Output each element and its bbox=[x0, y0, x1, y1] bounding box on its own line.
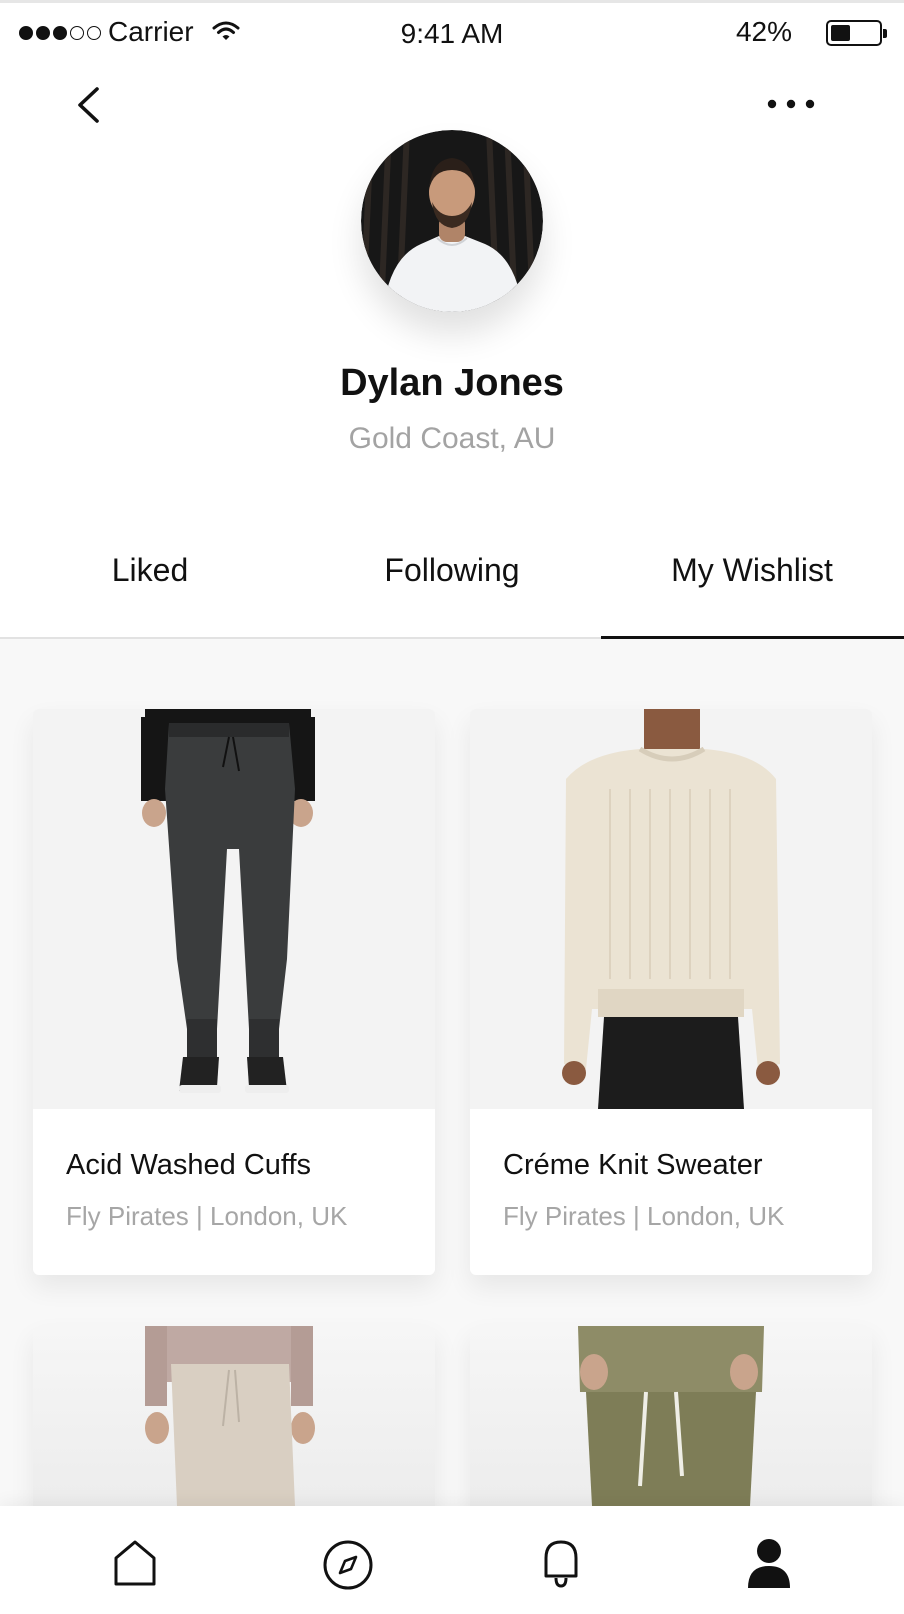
battery-nub bbox=[883, 29, 887, 38]
ellipsis-horizontal-icon bbox=[767, 99, 815, 109]
sweatpants-image bbox=[145, 1326, 315, 1506]
profile-icon bbox=[748, 1539, 790, 1588]
home-icon bbox=[114, 1540, 156, 1586]
tab-liked[interactable]: Liked bbox=[0, 552, 300, 589]
profile-name: Dylan Jones bbox=[340, 362, 564, 404]
product-image bbox=[470, 709, 872, 1109]
battery-percent: 42% bbox=[735, 16, 792, 47]
product-meta: Fly Pirates | London, UK bbox=[503, 1201, 785, 1231]
product-card[interactable]: Acid Washed Cuffs Fly Pirates | London, … bbox=[33, 709, 435, 1275]
product-image bbox=[33, 1326, 435, 1506]
olive-pants-image bbox=[578, 1326, 764, 1506]
jogger-pants-image bbox=[33, 709, 435, 1109]
profile-tabs: Liked Following My Wishlist bbox=[0, 520, 904, 638]
status-bar: Carrier 9:41 AM 42% bbox=[0, 3, 904, 63]
product-meta: Fly Pirates | London, UK bbox=[66, 1201, 348, 1231]
product-info: Créme Knit Sweater Fly Pirates | London,… bbox=[470, 1109, 872, 1275]
avatar-photo bbox=[361, 130, 543, 312]
product-image bbox=[33, 709, 435, 1109]
product-card[interactable] bbox=[33, 1326, 435, 1506]
profile-location: Gold Coast, AU bbox=[348, 422, 556, 455]
more-options-button[interactable] bbox=[762, 86, 822, 122]
wishlist-grid: Acid Washed Cuffs Fly Pirates | London, … bbox=[0, 639, 904, 1506]
bell-icon bbox=[544, 1540, 578, 1588]
product-title: Créme Knit Sweater bbox=[503, 1149, 763, 1181]
product-title: Acid Washed Cuffs bbox=[66, 1149, 311, 1181]
product-image bbox=[470, 1326, 872, 1506]
tabbar-profile-button[interactable] bbox=[742, 1536, 796, 1590]
product-card[interactable]: Créme Knit Sweater Fly Pirates | London,… bbox=[470, 709, 872, 1275]
product-info: Acid Washed Cuffs Fly Pirates | London, … bbox=[33, 1109, 435, 1275]
battery-icon bbox=[826, 20, 887, 46]
product-card[interactable] bbox=[470, 1326, 872, 1506]
compass-icon bbox=[323, 1540, 373, 1590]
bottom-tab-bar bbox=[0, 1506, 904, 1614]
knit-sweater-image bbox=[470, 709, 872, 1109]
tab-my-wishlist[interactable]: My Wishlist bbox=[602, 552, 902, 589]
tab-following[interactable]: Following bbox=[302, 552, 602, 589]
tabbar-explore-button[interactable] bbox=[321, 1536, 375, 1590]
battery-fill bbox=[831, 25, 850, 41]
avatar[interactable] bbox=[361, 130, 543, 312]
back-button[interactable] bbox=[66, 80, 110, 130]
tabbar-notifications-button[interactable] bbox=[534, 1536, 588, 1590]
tabbar-home-button[interactable] bbox=[108, 1536, 162, 1590]
chevron-left-icon bbox=[78, 87, 99, 123]
